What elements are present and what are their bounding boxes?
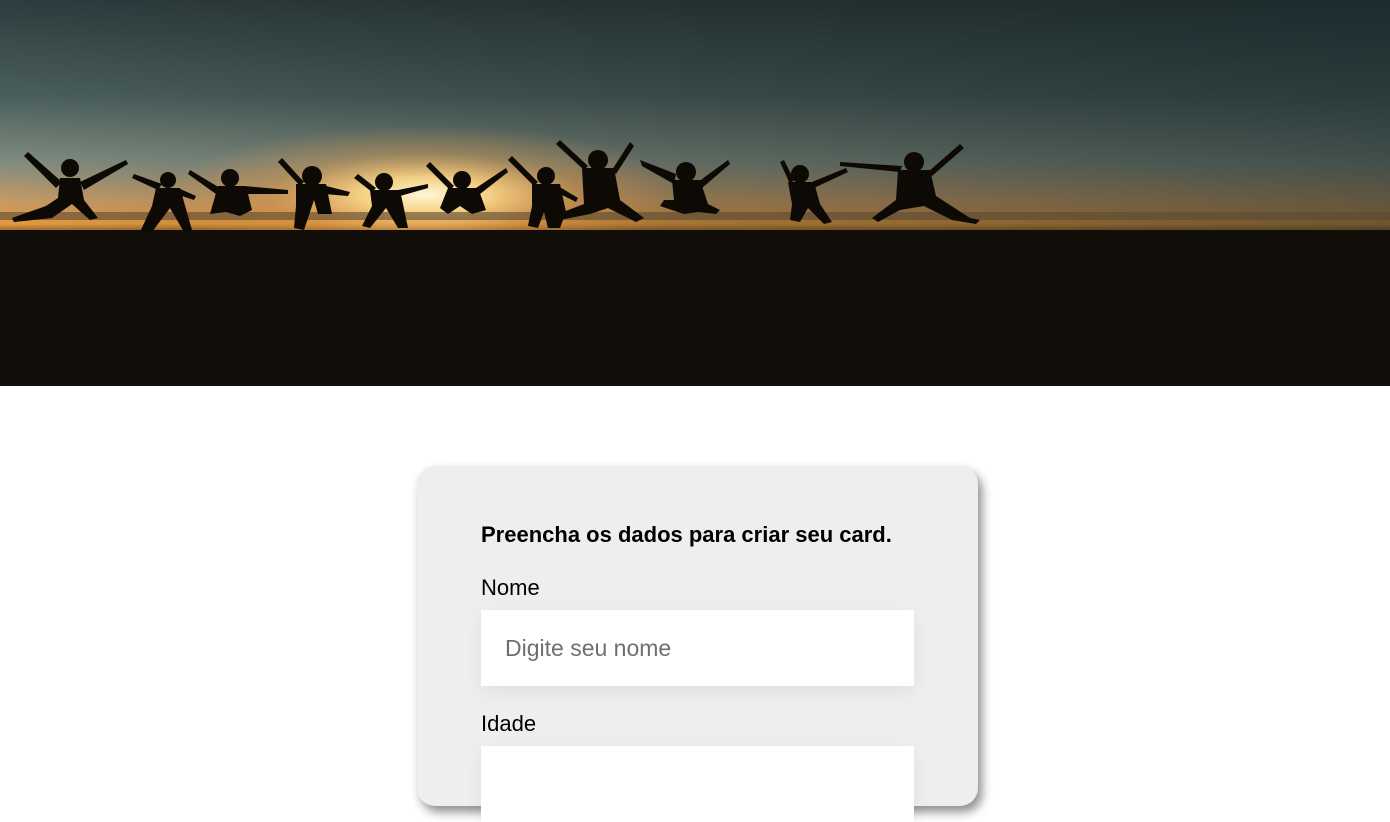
name-input[interactable] <box>481 610 914 686</box>
hero-image <box>0 0 1390 386</box>
create-card-form: Preencha os dados para criar seu card. N… <box>417 466 978 822</box>
age-label: Idade <box>481 711 537 736</box>
form-title: Preencha os dados para criar seu card. <box>481 522 892 547</box>
hero-banner <box>0 0 1390 386</box>
name-label: Nome <box>481 575 540 600</box>
age-input[interactable] <box>481 746 914 822</box>
